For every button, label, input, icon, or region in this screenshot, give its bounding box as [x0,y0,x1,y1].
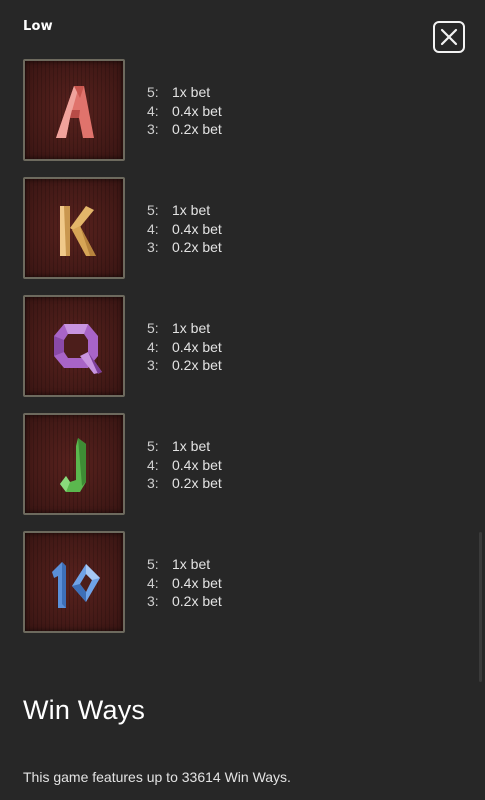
payout-line: 5: 1x bet [147,202,211,218]
letter-q-icon [54,324,102,374]
scrollbar-thumb[interactable] [479,532,482,682]
payout-line: 4: 0.4x bet [147,338,222,355]
symbol-tile-a [23,59,125,161]
payout-line: 3: 0.2x bet [147,475,222,491]
payout-line: 5: 1x bet [147,438,211,454]
payout-line: 3: 0.2x bet [147,593,222,609]
payout-list: 5: 1x bet 4: 0.4x bet 3: 0.2x bet [147,83,222,139]
win-ways-description: This game features up to 33614 Win Ways. [23,769,291,785]
close-icon [440,28,458,46]
payout-line: 5: 1x bet [147,320,211,336]
payout-list: 5: 1x bet 4: 0.4x bet 3: 0.2x bet [147,201,222,257]
payout-list: 5: 1x bet 4: 0.4x bet 3: 0.2x bet [147,319,222,375]
payout-line: 3: 0.2x bet [147,357,222,373]
section-title-low: Low [23,19,53,34]
letter-j-icon [60,438,86,492]
paytable-row-j: 5: 1x bet 4: 0.4x bet 3: 0.2x bet [23,413,443,517]
payout-line: 5: 1x bet [147,84,211,100]
symbol-tile-10 [23,531,125,633]
payout-line: 3: 0.2x bet [147,121,222,137]
payout-list: 5: 1x bet 4: 0.4x bet 3: 0.2x bet [147,555,222,611]
paytable-row-k: 5: 1x bet 4: 0.4x bet 3: 0.2x bet [23,177,443,281]
close-button[interactable] [433,21,465,53]
letter-a-icon [56,86,94,138]
payout-list: 5: 1x bet 4: 0.4x bet 3: 0.2x bet [147,437,222,493]
symbol-tile-k [23,177,125,279]
symbol-tile-q [23,295,125,397]
payout-line: 3: 0.2x bet [147,239,222,255]
symbol-tile-j [23,413,125,515]
number-10-icon [52,562,100,608]
letter-k-icon [60,206,96,256]
payout-line: 4: 0.4x bet [147,220,222,237]
win-ways-heading: Win Ways [23,695,146,725]
paytable-row-q: 5: 1x bet 4: 0.4x bet 3: 0.2x bet [23,295,443,399]
payout-line: 4: 0.4x bet [147,574,222,591]
payout-line: 4: 0.4x bet [147,102,222,119]
paytable-row-a: 5: 1x bet 4: 0.4x bet 3: 0.2x bet [23,59,443,163]
payout-line: 4: 0.4x bet [147,456,222,473]
paytable-row-10: 5: 1x bet 4: 0.4x bet 3: 0.2x bet [23,531,443,635]
payout-line: 5: 1x bet [147,556,211,572]
